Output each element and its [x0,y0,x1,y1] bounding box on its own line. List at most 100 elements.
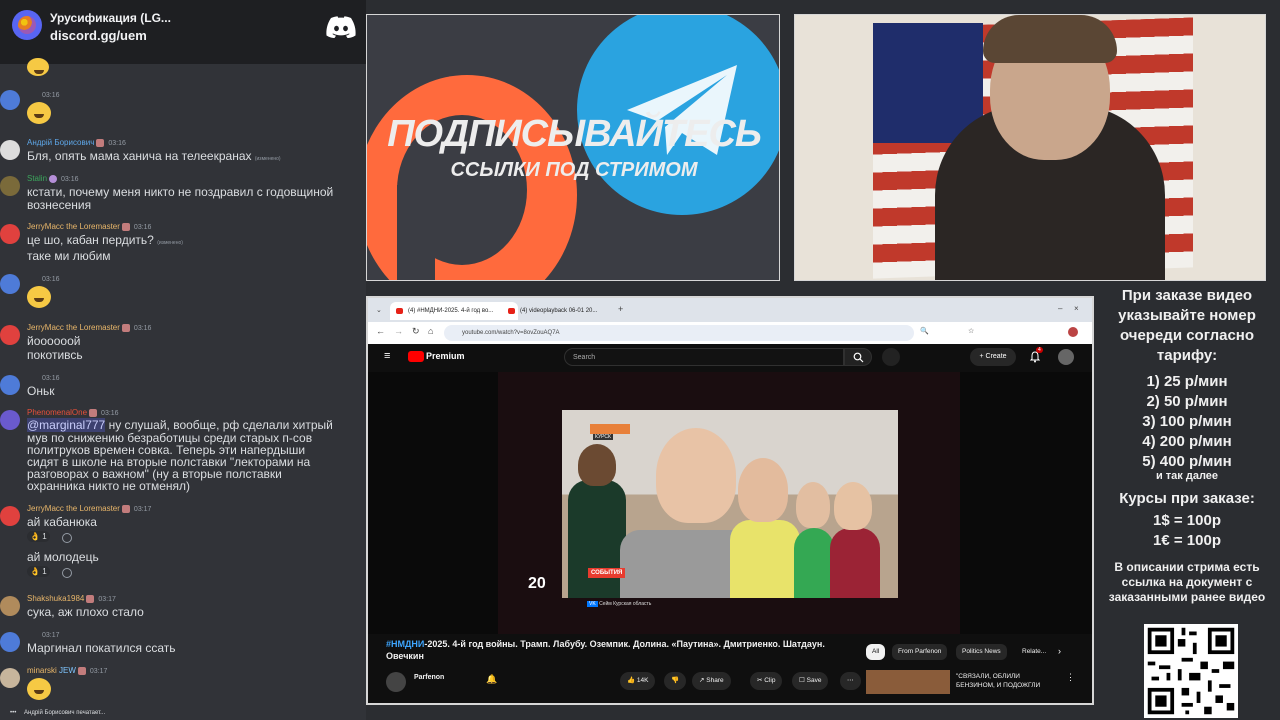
clip-label: Clip [764,677,776,684]
new-tab-icon[interactable]: + [618,304,623,314]
avatar[interactable] [0,375,20,395]
qr-code-icon[interactable] [1144,624,1238,718]
youtube-logo-icon[interactable] [408,351,424,362]
avatar[interactable] [0,90,20,110]
username[interactable]: minarski [27,666,57,675]
dislike-button[interactable]: 👎 [664,672,687,690]
username[interactable]: Андрій Борисович [27,138,94,147]
teacher-figure [568,480,626,598]
menu-icon[interactable]: ≡ [384,350,390,362]
avatar[interactable] [0,140,20,160]
tab-nmdni[interactable]: (4) #НМДНИ-2025. 4-й год во... [390,302,518,320]
avatar[interactable] [0,596,20,616]
account-avatar[interactable] [1058,349,1074,365]
promo-subtitle: ССЫЛКИ ПОД СТРИМОМ [450,159,698,181]
message-line: кстати, почему меня никто не поздравил с… [27,185,334,199]
timestamp: 03:16 [42,92,60,99]
search-icon [853,352,864,363]
tab-list-icon[interactable]: ⌄ [376,306,382,314]
shocked-emoji-icon [27,678,51,700]
home-icon[interactable]: ⌂ [428,326,433,336]
message-text: Оньк [27,384,55,398]
username[interactable]: PhenomenalOne [27,408,87,417]
message-header: Андрій Борисович 03:16 [27,138,126,147]
close-window-icon[interactable]: × [1074,304,1079,313]
role-badge-icon [96,138,105,147]
avatar[interactable] [0,224,20,244]
chip-politics-news[interactable]: Politics News [956,644,1007,660]
avatar[interactable] [0,274,20,294]
server-icon[interactable] [12,10,42,40]
message-header: 03:16 [38,90,60,99]
avatar[interactable] [0,176,20,196]
like-button[interactable]: 👍 14K [620,672,656,690]
clip-button[interactable]: ✂ Clip [750,672,783,690]
message-line: @marginal777 ну слушай, вообще, рф сдела… [27,418,333,432]
recommended-thumbnail[interactable] [866,670,950,694]
avatar[interactable] [0,410,20,430]
url-input[interactable]: youtube.com/watch?v=8ovZouAQ7A [444,325,914,341]
message-text: сука, аж плохо стало [27,605,144,619]
username[interactable]: JerryMacc the Loremaster [27,504,120,513]
username[interactable]: Shakshuka1984 [27,594,84,603]
timestamp: 03:16 [61,176,79,183]
profile-icon[interactable] [1068,327,1078,337]
message-line: таке ми любим [27,249,111,263]
username[interactable]: JerryMacc the Loremaster [27,323,120,332]
rec-more-icon[interactable]: ⋮ [1066,672,1075,683]
username[interactable]: Stalin [27,174,47,183]
reload-icon[interactable]: ↻ [412,326,420,337]
video-player[interactable]: КУРСК СОБЫТИЯ 20 VK Сейм Курская область [368,372,1092,634]
order-heading: При заказе видео указывайте номер очеред… [1118,287,1256,364]
add-reaction-icon[interactable] [62,568,72,578]
reaction-chip[interactable]: 👌 1 [27,531,50,542]
discord-logo-icon [326,16,356,38]
role-badge-icon [121,323,130,332]
avatar[interactable] [0,668,20,688]
zoom-icon[interactable]: 🔍 [920,327,929,335]
timestamp: 03:16 [42,276,60,283]
reaction-chip[interactable]: 👌 1 [27,566,50,577]
notify-bell-icon[interactable]: 🔔 [486,674,497,685]
chip-related[interactable]: Relate... [1016,644,1052,660]
server-name: Урусификация (LG... [50,11,171,25]
chip-all[interactable]: All [866,644,886,660]
user-mention[interactable]: @marginal777 [27,418,106,432]
address-bar-row: ← → ↻ ⌂ youtube.com/watch?v=8ovZouAQ7A 🔍… [368,322,1092,344]
create-button[interactable]: + Create [970,348,1016,366]
chip-from-parfenon[interactable]: From Parfenon [892,644,948,660]
rate-item: 1€ = 100р [1153,532,1221,549]
tab-videoplayback[interactable]: (4) videoplayback 06-01 20... [502,302,630,320]
forward-icon[interactable]: → [394,326,403,336]
bookmark-icon[interactable]: ☆ [968,327,974,335]
timestamp: 03:16 [108,140,126,147]
rates-heading: Курсы при заказе: [1119,490,1255,507]
streamer-hair [983,15,1117,63]
recommended-title[interactable]: "СВЯЗАЛИ, ОБЛИЛИ БЕНЗИНОМ, И ПОДОЖГЛИ [956,672,1040,690]
message-header: minarski JEW 03:17 [27,666,107,675]
minimize-icon[interactable]: – [1058,304,1062,313]
search-button[interactable] [844,348,872,366]
voice-search-icon[interactable] [882,348,900,366]
back-icon[interactable]: ← [376,326,385,336]
save-button[interactable]: ☐ Save [792,672,829,690]
message-line: ай молодець [27,550,99,564]
channel-name[interactable]: Parfenon [414,674,444,681]
avatar[interactable] [0,325,20,345]
add-reaction-icon[interactable] [62,533,72,543]
emoji-icon [27,58,49,76]
title-hashtag[interactable]: #НМДНИ [386,639,424,649]
username[interactable]: JerryMacc the Loremaster [27,222,120,231]
avatar[interactable] [0,632,20,652]
share-button[interactable]: ↗ Share [692,672,731,690]
reaction-count: 1 [42,567,47,576]
message-header: 03:16 [38,373,60,382]
message-header: JerryMacc the Loremaster 03:16 [27,222,151,231]
like-count: 14K [636,677,649,684]
invite-link[interactable]: discord.gg/uem [50,28,147,43]
chip-next-icon[interactable]: › [1058,646,1061,656]
more-actions-button[interactable]: ⋯ [840,672,861,690]
avatar[interactable] [0,506,20,526]
search-input[interactable]: Search [564,348,844,366]
channel-avatar[interactable] [386,672,406,692]
